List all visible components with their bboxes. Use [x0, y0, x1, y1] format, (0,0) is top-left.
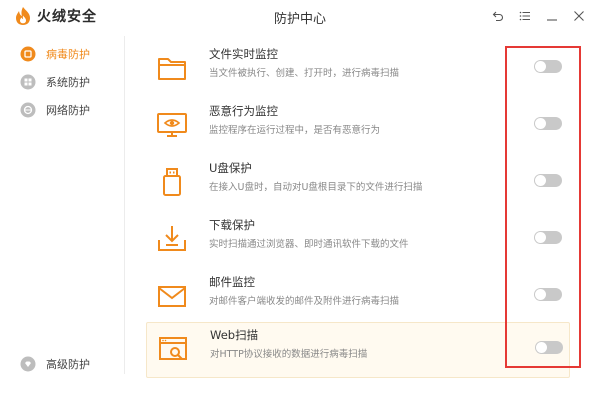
title-bar: 火绒安全 防护中心	[0, 0, 600, 32]
sidebar-item-label: 网络防护	[46, 104, 90, 117]
feature-title: 恶意行为监控	[209, 104, 278, 118]
network-shield-icon	[20, 102, 36, 118]
menu-button[interactable]	[511, 4, 538, 28]
feature-description: 实时扫描通过浏览器、即时通讯软件下载的文件	[209, 239, 409, 250]
minimize-button[interactable]	[538, 4, 565, 28]
sidebar-item-label: 高级防护	[46, 358, 90, 371]
window-controls	[484, 4, 592, 28]
sidebar-item-advanced-protection[interactable]: 高级防护	[20, 354, 90, 374]
sidebar-divider	[124, 36, 125, 374]
usb-drive-icon	[163, 168, 181, 196]
feature-title: 下载保护	[209, 218, 255, 232]
web-scan-icon	[159, 337, 187, 360]
feature-description: 当文件被执行、创建、打开时，进行病毒扫描	[209, 68, 400, 79]
sidebar-item-system-protection[interactable]: 系统防护	[20, 72, 90, 92]
system-shield-icon	[20, 74, 36, 90]
feature-description: 在接入U盘时，自动对U盘根目录下的文件进行扫描	[209, 182, 423, 193]
advanced-shield-icon	[20, 356, 36, 372]
feature-title: U盘保护	[209, 161, 252, 175]
folder-icon	[158, 58, 186, 80]
feature-title: 邮件监控	[209, 275, 255, 289]
sidebar-item-label: 系统防护	[46, 76, 90, 89]
close-icon	[573, 11, 584, 21]
sidebar-item-network-protection[interactable]: 网络防护	[20, 100, 90, 120]
sidebar: 病毒防护 系统防护 网络防护 高级防护	[0, 32, 124, 395]
back-arrow-icon	[492, 11, 503, 22]
sidebar-item-label: 病毒防护	[46, 48, 90, 61]
back-button[interactable]	[484, 4, 511, 28]
highlight-annotation-box	[505, 46, 581, 368]
mail-icon	[158, 286, 186, 307]
sidebar-item-virus-protection[interactable]: 病毒防护	[20, 44, 90, 64]
feature-title: 文件实时监控	[209, 47, 278, 61]
feature-title: Web扫描	[210, 328, 259, 342]
feature-description: 监控程序在运行过程中，是否有恶意行为	[209, 125, 381, 136]
virus-shield-icon	[20, 46, 36, 62]
feature-description: 对HTTP协议接收的数据进行病毒扫描	[210, 349, 368, 360]
monitor-eye-icon	[157, 113, 187, 137]
close-button[interactable]	[565, 4, 592, 28]
menu-icon	[519, 11, 530, 21]
feature-description: 对邮件客户端收发的邮件及附件进行病毒扫描	[209, 296, 400, 307]
minimize-icon	[546, 19, 557, 21]
download-tray-icon	[158, 226, 186, 251]
